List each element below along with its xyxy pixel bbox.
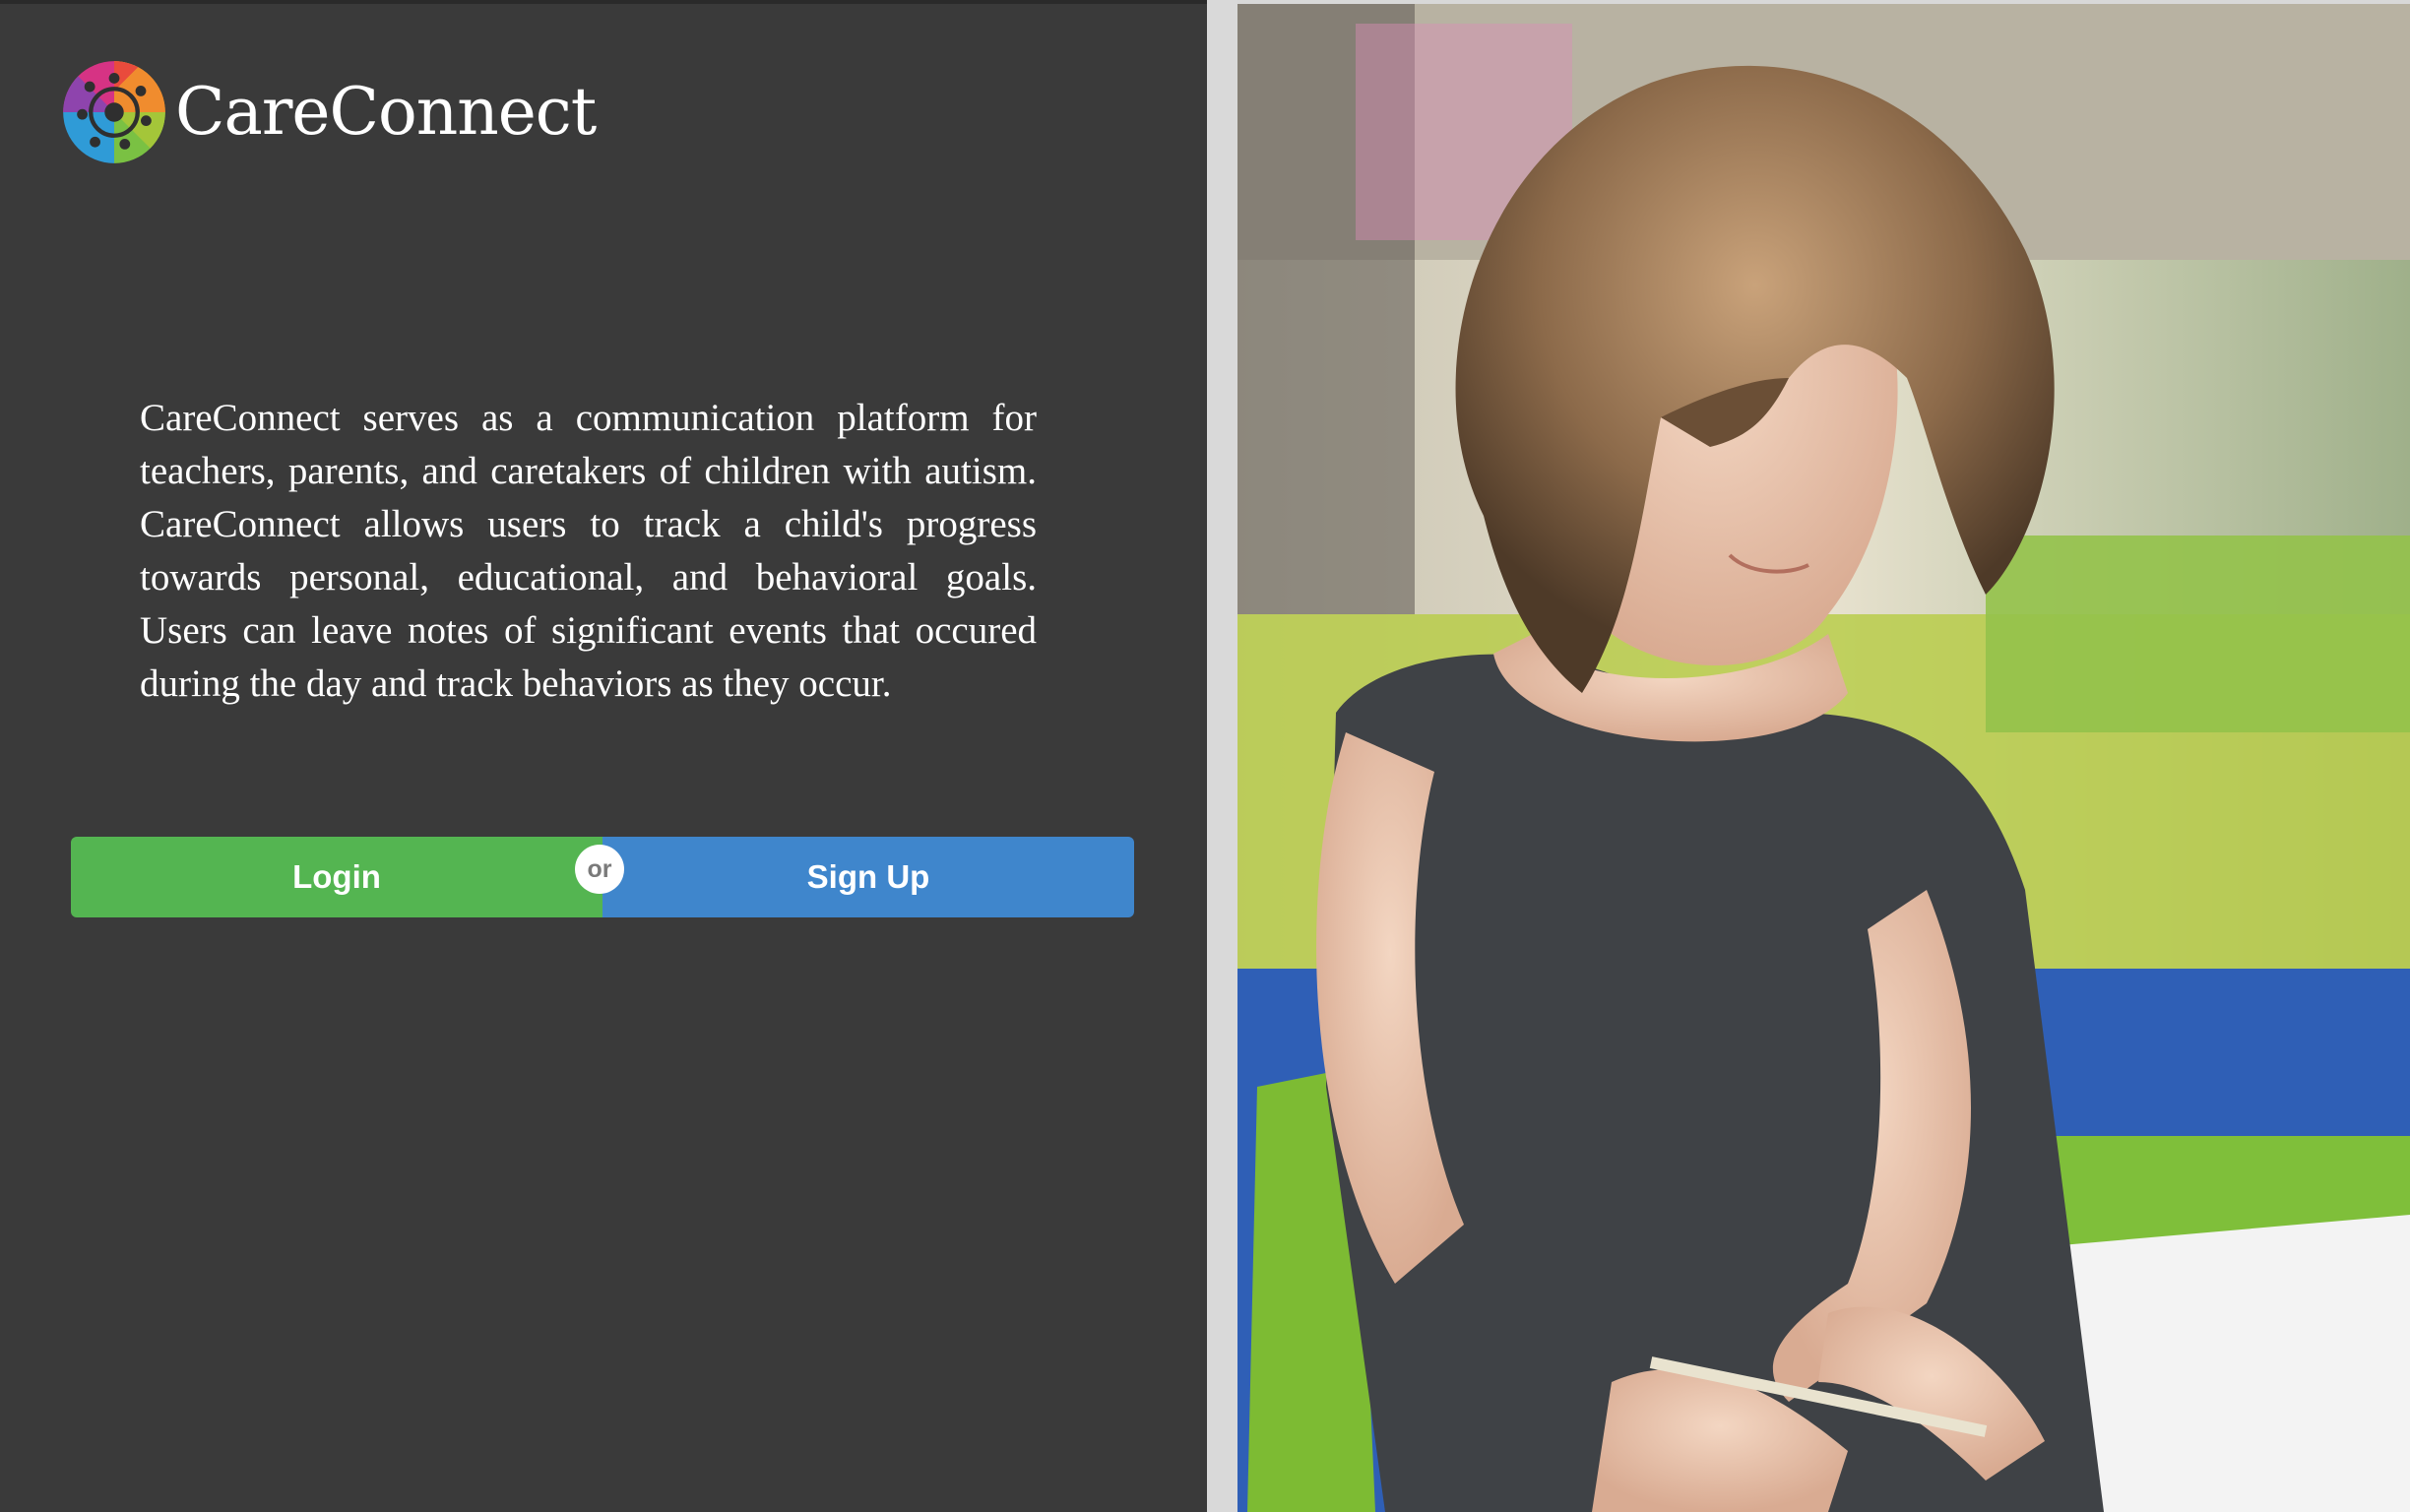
photo-child-writing-icon (1237, 4, 2410, 1512)
app-name: CareConnect (175, 74, 597, 150)
panel-divider (1207, 0, 1237, 1512)
login-button[interactable]: Login (71, 837, 602, 917)
landing-page: CareConnect CareConnect serves as a comm… (0, 0, 2410, 1512)
brand-header: CareConnect (61, 59, 597, 165)
auth-button-group: Login Sign Up or (71, 837, 1134, 917)
puzzle-logo-icon (63, 61, 165, 163)
intro-description: CareConnect serves as a communication pl… (140, 397, 1037, 705)
intro-panel: CareConnect CareConnect serves as a comm… (0, 0, 1207, 1512)
signup-button[interactable]: Sign Up (602, 837, 1134, 917)
or-separator: or (575, 845, 624, 894)
